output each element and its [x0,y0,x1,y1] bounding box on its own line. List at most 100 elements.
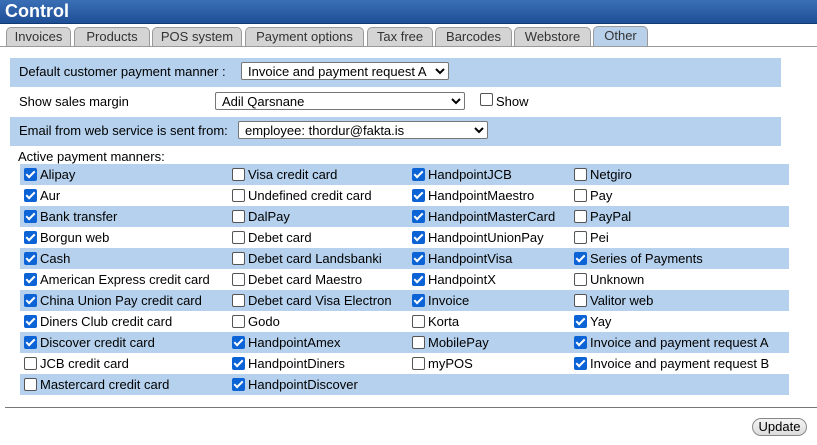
payment-manner-checkbox[interactable] [232,336,245,349]
payment-manner-checkbox[interactable] [24,189,37,202]
payment-manner-label: HandpointJCB [428,167,512,182]
default-payment-select[interactable]: Invoice and payment request A [241,62,449,80]
payment-manner-checkbox[interactable] [24,210,37,223]
payment-manner-label: JCB credit card [40,356,129,371]
payment-manner-label: Debet card Visa Electron [248,293,392,308]
tab-other[interactable]: Other [593,26,648,46]
payment-manner-label: Debet card Maestro [248,272,363,287]
payment-manner-label: Valitor web [590,293,654,308]
payment-manner-label: Cash [40,251,71,266]
payment-manner-label: Bank transfer [40,209,118,224]
payment-manner-label: Undefined credit card [248,188,372,203]
sales-margin-user-select[interactable]: Adil Qarsnane [215,92,465,110]
payment-manner-checkbox[interactable] [24,357,37,370]
sales-margin-label: Show sales margin [19,94,129,109]
payment-row [20,206,789,227]
payment-manner-label: Borgun web [40,230,110,245]
tab-pos-system[interactable]: POS system [152,27,242,46]
payment-manner-checkbox[interactable] [24,315,37,328]
payment-manner-checkbox[interactable] [24,336,37,349]
payment-manner-checkbox[interactable] [24,252,37,265]
payment-manner-checkbox[interactable] [232,315,245,328]
tab-divider [0,46,817,47]
payment-manner-checkbox[interactable] [232,231,245,244]
payment-manner-checkbox[interactable] [412,168,425,181]
payment-manner-label: PayPal [590,209,632,224]
payment-manner-label: Discover credit card [40,335,155,350]
payment-manner-checkbox[interactable] [574,357,587,370]
payment-manner-checkbox[interactable] [412,315,425,328]
payment-manner-label: American Express credit card [40,272,210,287]
payment-manner-label: Pei [590,230,609,245]
payment-manner-label: HandpointDiners [248,356,345,371]
show-margin-label: Show [496,94,529,109]
payment-manner-label: DalPay [248,209,290,224]
payment-manner-checkbox[interactable] [412,189,425,202]
payment-manner-label: Debet card Landsbanki [248,251,382,266]
payment-manner-checkbox[interactable] [24,378,37,391]
payment-manner-checkbox[interactable] [412,273,425,286]
payment-manner-checkbox[interactable] [232,294,245,307]
tab-barcodes[interactable]: Barcodes [435,27,512,46]
tab-webstore[interactable]: Webstore [514,27,591,46]
payment-manner-checkbox[interactable] [24,168,37,181]
payment-manner-checkbox[interactable] [232,210,245,223]
payment-manner-checkbox[interactable] [412,294,425,307]
payment-manner-checkbox[interactable] [412,252,425,265]
payment-manner-checkbox[interactable] [24,231,37,244]
payment-manners-heading: Active payment manners: [18,149,165,164]
payment-manner-label: China Union Pay credit card [40,293,202,308]
payment-manner-checkbox[interactable] [412,231,425,244]
email-sender-select[interactable]: employee: thordur@fakta.is [238,121,488,139]
payment-manner-label: Series of Payments [590,251,703,266]
email-label: Email from web service is sent from: [19,123,228,138]
payment-manner-label: Alipay [40,167,76,182]
payment-manner-label: Debet card [248,230,312,245]
tab-payment-options[interactable]: Payment options [245,27,364,46]
payment-manner-checkbox[interactable] [232,189,245,202]
payment-manner-checkbox[interactable] [24,273,37,286]
payment-manner-checkbox[interactable] [232,357,245,370]
payment-manner-checkbox[interactable] [24,294,37,307]
payment-manner-checkbox[interactable] [574,168,587,181]
tab-products[interactable]: Products [74,27,150,46]
payment-manner-checkbox[interactable] [574,273,587,286]
payment-manner-checkbox[interactable] [412,210,425,223]
payment-manners-grid: Alipay Aur Bank transfer Borgun web Cash Amer… [20,164,789,396]
payment-manner-label: Invoice and payment request A [590,335,769,350]
payment-manner-checkbox[interactable] [232,378,245,391]
payment-manner-checkbox[interactable] [574,252,587,265]
tab-tax-free[interactable]: Tax free [367,27,433,46]
payment-row [20,164,789,185]
payment-manner-checkbox[interactable] [412,336,425,349]
update-button[interactable]: Update [752,418,807,436]
payment-manner-checkbox[interactable] [412,357,425,370]
payment-row [20,227,789,248]
payment-manner-checkbox[interactable] [574,294,587,307]
payment-manner-label: myPOS [428,356,473,371]
title-bar: Control [0,0,817,24]
payment-manner-label: Aur [40,188,61,203]
payment-manner-checkbox[interactable] [574,210,587,223]
tab-invoices[interactable]: Invoices [6,27,71,46]
payment-manner-checkbox[interactable] [232,168,245,181]
payment-manner-label: Netgiro [590,167,632,182]
payment-manner-label: Unknown [590,272,645,287]
payment-manner-checkbox[interactable] [232,252,245,265]
payment-manner-label: Pay [590,188,613,203]
payment-manner-label: Korta [428,314,460,329]
payment-manner-checkbox[interactable] [574,231,587,244]
default-payment-label: Default customer payment manner : [19,64,226,79]
payment-manner-label: Invoice and payment request B [590,356,770,371]
payment-manner-label: Godo [248,314,280,329]
payment-manner-label: Invoice [428,293,470,308]
payment-manner-checkbox[interactable] [574,189,587,202]
payment-manner-label: HandpointMaestro [428,188,535,203]
payment-row [20,185,789,206]
payment-manner-checkbox[interactable] [574,336,587,349]
payment-manner-checkbox[interactable] [574,315,587,328]
payment-manner-label: Diners Club credit card [40,314,173,329]
payment-manner-label: Yay [590,314,612,329]
payment-manner-checkbox[interactable] [232,273,245,286]
show-margin-checkbox[interactable] [480,93,493,106]
